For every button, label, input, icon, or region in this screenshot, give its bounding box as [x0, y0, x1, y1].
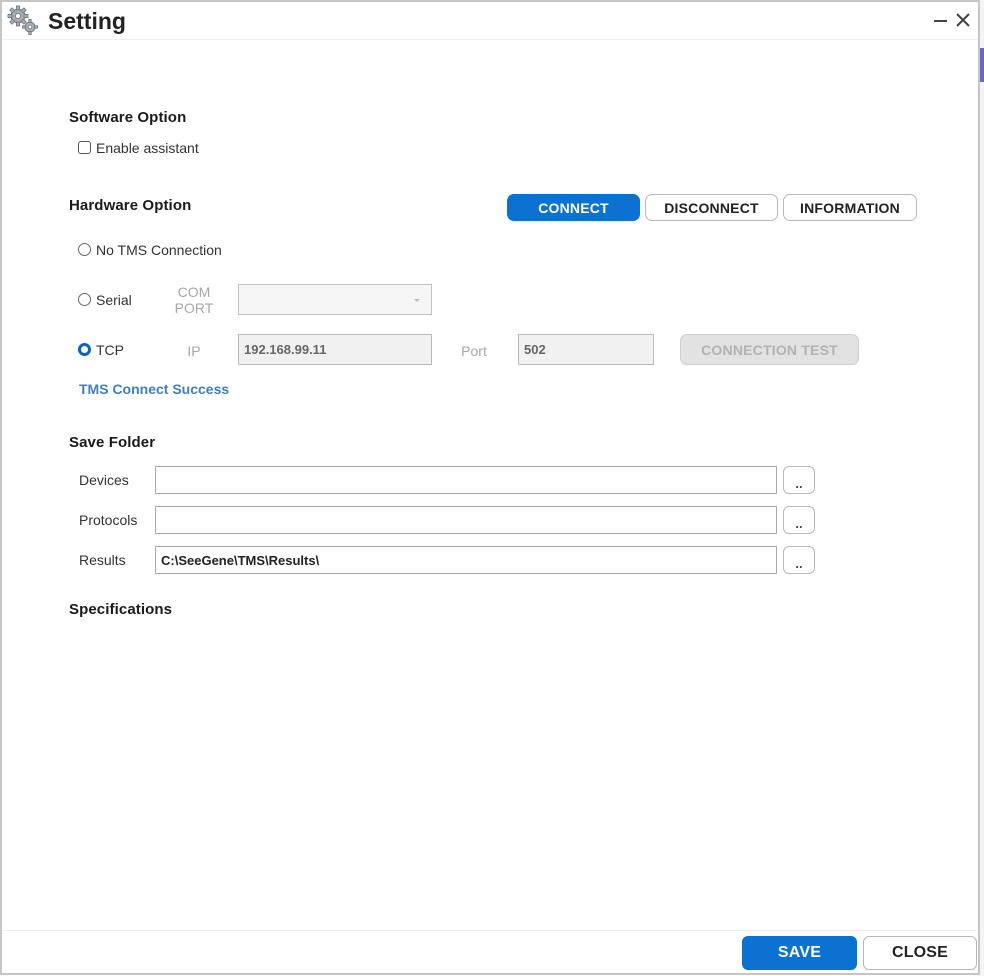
com-port-select[interactable] [238, 284, 432, 315]
ip-label: IP [187, 343, 201, 359]
com-port-label-line2: PORT [174, 300, 214, 316]
footer-divider [2, 930, 978, 931]
port-label: Port [461, 343, 487, 359]
results-label: Results [79, 552, 126, 568]
save-button[interactable]: SAVE [742, 936, 857, 970]
protocols-path-input[interactable] [155, 506, 777, 534]
radio-serial[interactable] [78, 293, 91, 306]
devices-path-input[interactable] [155, 466, 777, 494]
connect-button[interactable]: CONNECT [507, 194, 640, 221]
protocols-label: Protocols [79, 512, 138, 528]
devices-browse-button[interactable]: .. [783, 466, 815, 494]
specifications-heading: Specifications [69, 601, 173, 618]
tcp-label[interactable]: TCP [96, 342, 124, 358]
minimize-icon[interactable] [930, 10, 950, 30]
com-port-label: COM PORT [170, 284, 218, 316]
radio-no-tms-connection[interactable] [78, 243, 91, 256]
radio-tcp[interactable] [78, 343, 91, 356]
close-button[interactable]: CLOSE [863, 936, 977, 970]
results-path-input[interactable]: C:\SeeGene\TMS\Results\ [155, 546, 777, 574]
results-browse-button[interactable]: .. [783, 546, 815, 574]
background-app-accent [980, 48, 984, 82]
settings-dialog: Setting Software Option Enable assistant… [0, 0, 980, 975]
no-tms-connection-label[interactable]: No TMS Connection [96, 242, 222, 258]
software-option-heading: Software Option [69, 109, 187, 126]
hardware-option-heading: Hardware Option [69, 197, 192, 214]
connection-test-button[interactable]: CONNECTION TEST [680, 334, 859, 365]
title-bar[interactable]: Setting [2, 2, 978, 40]
protocols-browse-button[interactable]: .. [783, 506, 815, 534]
window-title: Setting [48, 8, 126, 34]
com-port-label-line1: COM [177, 284, 211, 300]
enable-assistant-checkbox[interactable] [78, 141, 91, 154]
chevron-down-icon [414, 299, 420, 302]
close-icon[interactable] [953, 10, 973, 30]
ip-address-input[interactable]: 192.168.99.11 [238, 334, 432, 365]
devices-label: Devices [79, 472, 129, 488]
port-input[interactable]: 502 [518, 334, 654, 365]
information-button[interactable]: INFORMATION [783, 194, 917, 221]
save-folder-heading: Save Folder [69, 434, 156, 451]
serial-label[interactable]: Serial [96, 292, 132, 308]
disconnect-button[interactable]: DISCONNECT [645, 194, 778, 221]
tms-connection-status: TMS Connect Success [79, 381, 230, 397]
gears-icon [7, 5, 38, 35]
enable-assistant-label[interactable]: Enable assistant [96, 140, 199, 156]
